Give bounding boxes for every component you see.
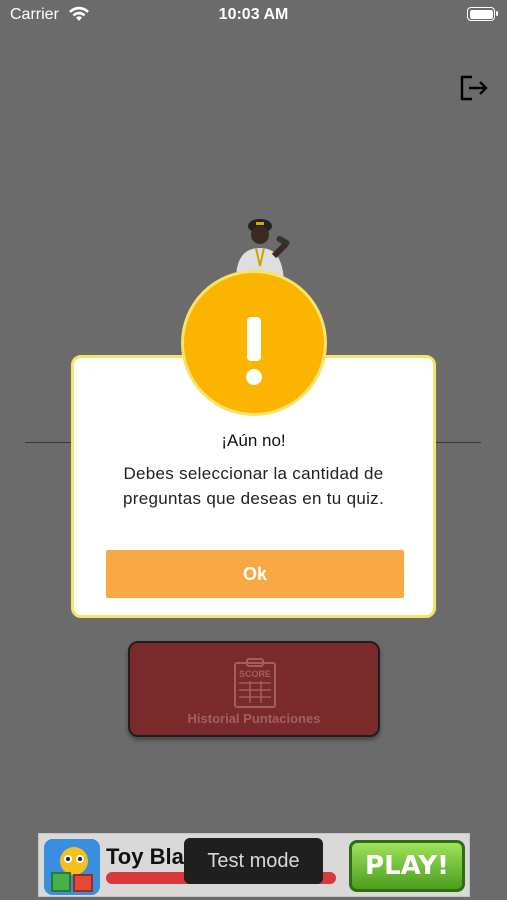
history-scores-button[interactable]: SCORE Historial Puntaciones: [128, 641, 380, 737]
exclamation-icon: [181, 270, 327, 416]
battery-icon: [467, 7, 498, 21]
ad-title: Toy Bla: [106, 844, 184, 869]
alert-message: Debes seleccionar la cantidad de pregunt…: [122, 464, 384, 508]
clock: 10:03 AM: [218, 6, 289, 23]
history-scores-label: Historial Puntaciones: [187, 711, 321, 726]
score-board-icon: SCORE: [233, 657, 277, 709]
status-bar: Carrier 10:03 AM: [0, 0, 507, 32]
test-mode-toast: Test mode: [184, 838, 323, 884]
logout-icon[interactable]: [458, 74, 490, 102]
ok-button[interactable]: Ok: [106, 550, 404, 598]
ad-app-icon[interactable]: [44, 839, 100, 895]
svg-text:SCORE: SCORE: [239, 669, 271, 679]
ad-play-button[interactable]: PLAY!: [349, 840, 465, 892]
alert-title: ¡Aún no!: [221, 431, 286, 450]
